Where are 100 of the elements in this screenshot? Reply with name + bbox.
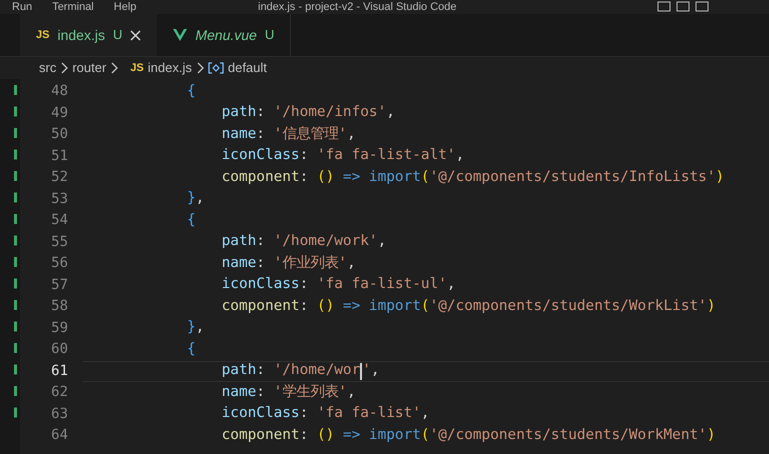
code-token: : — [256, 382, 266, 402]
code-token: 'fa fa-list' — [316, 404, 421, 424]
code-token: ( — [420, 426, 430, 445]
code-token: : — [300, 426, 310, 445]
code-token: } — [186, 189, 196, 208]
code-token: { — [186, 340, 196, 359]
code-token: () — [316, 426, 334, 445]
menu-item[interactable]: Run — [12, 2, 32, 12]
tab-label: Menu.vue — [195, 26, 257, 44]
code-token: '@/components/students/WorkList' — [430, 296, 707, 316]
code-token: ) — [716, 168, 724, 187]
code-token: component — [220, 426, 300, 445]
code-token: path — [220, 232, 256, 252]
code-token: { — [186, 82, 196, 101]
code-token: '作业列表' — [274, 254, 347, 273]
close-icon[interactable] — [130, 30, 142, 40]
code-token: , — [446, 275, 456, 294]
code-token: : — [300, 146, 310, 166]
code-token: 'fa fa-list-alt' — [316, 146, 456, 166]
chevron-icon — [196, 62, 204, 74]
code-token: ( — [420, 296, 430, 316]
code-token: name — [220, 124, 256, 144]
line-number: 64 — [50, 426, 68, 446]
code-token: '/home/infos' — [274, 103, 386, 122]
code-token: () — [316, 168, 334, 187]
line-number: 56 — [50, 254, 68, 274]
code-token: '学生列表' — [274, 382, 347, 402]
code-token: : — [256, 124, 266, 144]
line-number: 48 — [50, 82, 68, 102]
code-token: { — [186, 210, 196, 230]
code-token: name — [220, 254, 256, 273]
code-token: , — [378, 232, 386, 252]
code-token: : — [256, 103, 266, 122]
js-file-icon: JS — [36, 26, 50, 44]
code-token: : — [300, 275, 310, 294]
line-number: 51 — [50, 146, 68, 166]
code-token: path — [220, 361, 256, 380]
line-number: 53 — [50, 190, 68, 209]
code-token: component — [220, 296, 300, 316]
code-token: , — [456, 146, 464, 166]
code-token: : — [300, 404, 310, 424]
chevron-icon — [110, 62, 118, 74]
code-token: , — [346, 382, 356, 402]
code-token: , — [386, 103, 395, 122]
js-file-icon: JS — [130, 60, 144, 76]
line-number: 61 — [50, 362, 68, 381]
line-number: 54 — [50, 211, 68, 230]
code-token: , — [370, 361, 380, 380]
menu-item[interactable]: Terminal — [52, 2, 94, 12]
chevron-icon — [60, 62, 68, 74]
code-token: , — [196, 318, 204, 338]
line-number: 52 — [50, 168, 68, 188]
code-token: iconClass — [220, 146, 300, 166]
breadcrumb-item[interactable]: src — [39, 58, 56, 78]
line-number: 62 — [50, 383, 68, 402]
code-token: ) — [706, 426, 716, 445]
editor-tab[interactable]: JS index.js U — [20, 14, 158, 56]
code-token: , — [196, 189, 204, 208]
code-token: => import — [342, 426, 421, 445]
code-token: } — [186, 318, 196, 338]
menu-item[interactable]: Help — [114, 2, 136, 12]
code-token: : — [256, 254, 266, 273]
untracked-status: U — [112, 26, 122, 44]
line-number: 58 — [50, 297, 68, 316]
layout-icon[interactable] — [657, 1, 709, 12]
code-token: '/home/wor — [274, 361, 360, 380]
code-token: => import — [342, 296, 421, 316]
code-token: : — [256, 361, 266, 380]
code-token: () — [316, 296, 334, 316]
line-number: 49 — [50, 104, 68, 123]
breadcrumb-item[interactable]: index.js — [148, 58, 192, 78]
line-number: 59 — [50, 318, 68, 338]
code-token: , — [420, 404, 430, 424]
code-token: component — [220, 168, 300, 187]
line-number: 63 — [50, 404, 68, 424]
code-token: ' — [362, 361, 371, 380]
code-token: : — [300, 296, 310, 316]
code-token: ) — [706, 296, 716, 316]
untracked-status: U — [264, 26, 274, 44]
line-number: 55 — [50, 232, 68, 252]
code-token: name — [220, 382, 256, 402]
code-token: : — [300, 168, 310, 187]
breadcrumb-item[interactable]: router — [72, 58, 106, 78]
code-token: path — [220, 103, 256, 122]
code-token: '信息管理' — [274, 124, 347, 144]
code-token: iconClass — [220, 275, 300, 294]
code-token: : — [256, 232, 266, 252]
tab-label: index.js — [57, 26, 105, 45]
code-token: , — [346, 254, 356, 273]
code-token: 'fa fa-list-ul' — [316, 275, 447, 294]
line-number: 50 — [50, 125, 68, 144]
code-token: => import — [342, 168, 421, 187]
code-token: '@/components/students/InfoLists' — [430, 168, 716, 187]
symbol-icon — [208, 62, 224, 74]
breadcrumb-item[interactable]: default — [228, 58, 267, 78]
code-token: iconClass — [220, 404, 300, 424]
code-token: , — [346, 124, 356, 144]
code-token: '/home/work' — [274, 232, 378, 252]
line-number: 57 — [50, 276, 68, 295]
code-token: ( — [420, 168, 430, 187]
